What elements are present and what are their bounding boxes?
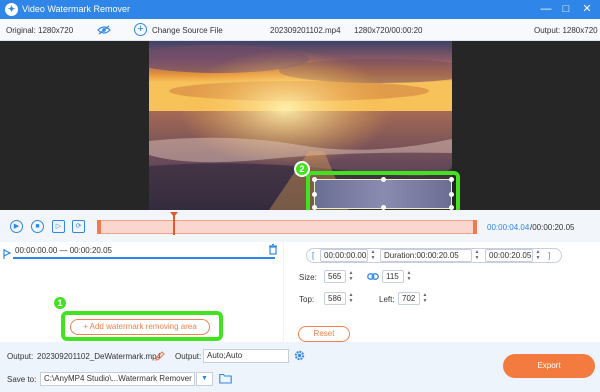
edit-icon[interactable] bbox=[155, 351, 165, 361]
area-settings-panel: [ 00:00:00.00 ▲ ▼ Duration:00:00:20.05 ▲ ▼… bbox=[284, 242, 600, 342]
size-label: Size: bbox=[299, 273, 317, 282]
save-to-label: Save to: bbox=[7, 375, 37, 384]
timeline-track[interactable] bbox=[97, 220, 477, 234]
app-logo-icon: ✦ bbox=[5, 3, 18, 16]
save-path-field[interactable]: C:\AnyMP4 Studio\...Watermark Remover bbox=[40, 372, 195, 386]
output-label: Output: bbox=[7, 352, 34, 361]
gear-icon[interactable] bbox=[294, 350, 305, 361]
width-field[interactable]: 565 bbox=[324, 270, 346, 283]
change-source-link[interactable]: Change Source File bbox=[152, 26, 223, 35]
close-button[interactable]: ✕ bbox=[579, 1, 595, 17]
top-field[interactable]: 586 bbox=[324, 292, 346, 305]
export-bar: Output: 202309201102_DeWatermark.mp4 Out… bbox=[0, 342, 600, 392]
reset-button[interactable]: Reset bbox=[298, 326, 350, 342]
top-stepper[interactable]: ▲ ▼ bbox=[346, 292, 356, 305]
stop-icon[interactable]: ■ bbox=[31, 220, 44, 233]
output-format-select[interactable]: Auto;Auto bbox=[203, 349, 289, 363]
segment-range: 00:00:00.00 — 00:00:20.05 bbox=[15, 246, 112, 255]
plus-circle-icon[interactable]: + bbox=[134, 23, 147, 36]
width-stepper[interactable]: ▲ ▼ bbox=[346, 270, 356, 283]
trash-icon[interactable] bbox=[268, 244, 278, 255]
total-time: /00:00:20.05 bbox=[530, 223, 575, 232]
step-badge-2: 2 bbox=[294, 161, 310, 177]
trim-end-handle[interactable] bbox=[473, 220, 477, 234]
play-icon[interactable]: ▶ bbox=[10, 220, 23, 233]
start-time-field[interactable]: 00:00:00.00 bbox=[320, 249, 368, 262]
loop-icon[interactable]: ⟳ bbox=[72, 220, 85, 233]
plus-icon: + bbox=[83, 322, 88, 331]
left-stepper[interactable]: ▲ ▼ bbox=[420, 292, 430, 305]
end-time-stepper[interactable]: ▲ ▼ bbox=[533, 249, 543, 262]
eye-slash-icon[interactable] bbox=[97, 25, 111, 35]
end-bracket-button[interactable]: ] bbox=[548, 251, 550, 260]
info-bar: Original: 1280x720 + Change Source File … bbox=[0, 19, 600, 41]
playhead[interactable] bbox=[170, 212, 178, 235]
duration-field[interactable]: Duration:00:00:20.05 bbox=[380, 249, 472, 262]
folder-icon[interactable] bbox=[219, 373, 232, 384]
restore-button[interactable]: □ bbox=[558, 1, 574, 17]
title-bar: ✦ Video Watermark Remover — □ ✕ bbox=[0, 0, 600, 19]
end-time-field[interactable]: 00:00:20.05 bbox=[485, 249, 533, 262]
window-title: Video Watermark Remover bbox=[22, 4, 131, 14]
current-time: 00:00:04.04 bbox=[487, 223, 530, 232]
minimize-button[interactable]: — bbox=[538, 1, 554, 17]
start-bracket-button[interactable]: [ bbox=[312, 251, 314, 260]
top-label: Top: bbox=[299, 295, 315, 304]
next-frame-icon[interactable]: ▷ bbox=[52, 220, 65, 233]
start-time-stepper[interactable]: ▲ ▼ bbox=[368, 249, 378, 262]
export-button[interactable]: Export bbox=[503, 354, 595, 378]
source-info: 1280x720/00:00:20 bbox=[354, 26, 423, 35]
output-resolution: Output: 1280x720 bbox=[534, 26, 598, 35]
segment-bar[interactable] bbox=[13, 257, 275, 259]
segment-panel: 00:00:00.00 — 00:00:20.05 1 + Add waterm… bbox=[0, 242, 283, 342]
left-label: Left: bbox=[379, 295, 395, 304]
left-field[interactable]: 702 bbox=[398, 292, 420, 305]
trim-start-handle[interactable] bbox=[97, 220, 101, 234]
original-resolution: Original: 1280x720 bbox=[6, 26, 74, 35]
add-area-button[interactable]: + Add watermark removing area bbox=[70, 319, 210, 335]
output-filename: 202309201102_DeWatermark.mp4 bbox=[37, 352, 162, 361]
timeline-marker-icon bbox=[3, 249, 12, 259]
step-badge-1: 1 bbox=[52, 295, 68, 311]
format-label: Output: bbox=[175, 352, 202, 361]
source-filename: 202309201102.mp4 bbox=[270, 26, 341, 35]
chevron-down-icon[interactable]: ▼ bbox=[196, 372, 213, 386]
add-area-label: Add watermark removing area bbox=[89, 322, 197, 331]
link-icon[interactable] bbox=[367, 273, 379, 280]
duration-stepper[interactable]: ▲ ▼ bbox=[472, 249, 482, 262]
video-preview bbox=[0, 41, 600, 210]
height-stepper[interactable]: ▲ ▼ bbox=[404, 270, 414, 283]
height-field[interactable]: 115 bbox=[382, 270, 404, 283]
